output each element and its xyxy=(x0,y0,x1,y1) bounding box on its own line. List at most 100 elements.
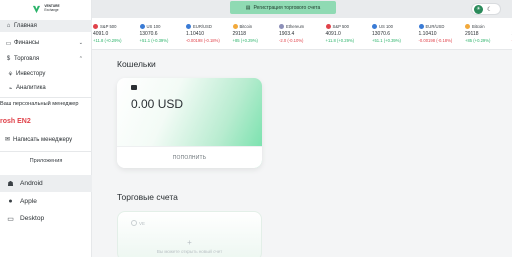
ticker-asset-icon xyxy=(279,24,284,29)
ticker-item[interactable]: Bitcoin 29118 +85 (+0.29%) xyxy=(232,23,283,43)
ticker-name: Bitcoin xyxy=(232,23,283,30)
open-account-hint: Вы можете открыть новый счет xyxy=(156,249,223,254)
wallets-title: Кошельки xyxy=(117,59,156,69)
ticker-asset-icon xyxy=(232,24,238,29)
invest-icon: ⚘ xyxy=(7,71,14,78)
sidebar-item-finance[interactable]: ▭ Финансы ⌄ xyxy=(0,37,92,49)
dollar-icon: $ xyxy=(6,56,11,62)
sidebar-divider xyxy=(0,151,92,152)
ticker-asset-icon xyxy=(418,24,424,29)
app-label: Android xyxy=(20,180,43,187)
ticker-price: 1903.4 xyxy=(279,31,295,37)
ticker-price: 29118 xyxy=(232,31,247,37)
ticker-name: EUR/USD xyxy=(418,23,469,30)
plus-icon: + xyxy=(187,238,192,247)
ticker-symbol: EUR/USD xyxy=(193,24,212,29)
sidebar-item-label: Главная xyxy=(14,23,37,29)
mail-icon: ✉ xyxy=(5,137,11,143)
app-label: Apple xyxy=(20,198,37,205)
sidebar-item-label: Аналитика xyxy=(16,85,46,91)
wallet-card-icon xyxy=(131,85,137,90)
ticker-price: 13070.6 xyxy=(372,31,391,37)
ticker-name: US 100 xyxy=(372,23,422,30)
write-manager-label: Написать менеджеру xyxy=(13,136,73,143)
apple-icon: ● xyxy=(8,198,13,205)
accounts-title: Торговые счета xyxy=(117,192,178,202)
account-logo: VE xyxy=(131,220,145,226)
open-account-card[interactable]: VE + Вы можете открыть новый счет xyxy=(117,211,262,257)
brand-line2: Exchange xyxy=(44,8,59,12)
ticker-change: -0.00198 (-0.18%) xyxy=(186,38,220,43)
app-label: Desktop xyxy=(20,215,45,222)
ticker-symbol: S&P 500 xyxy=(332,24,349,29)
sidebar-item-home[interactable]: ⌂ Главная xyxy=(0,20,92,32)
sidebar-item-investor[interactable]: ⚘ Инвестору xyxy=(0,68,92,80)
write-manager-button[interactable]: ✉ Написать менеджеру xyxy=(5,136,73,144)
desktop-icon: ▭ xyxy=(7,215,14,223)
ticker-price: 1.10410 xyxy=(186,31,205,37)
manager-name: rosh EN2 xyxy=(0,118,31,125)
ticker-asset-icon xyxy=(93,24,98,29)
topup-label: ПОПОЛНИТЬ xyxy=(172,154,207,161)
chevron-down-icon: ⌄ xyxy=(78,40,83,46)
ticker-name: EUR/USD xyxy=(186,23,236,30)
theme-toggle[interactable]: ☀ ☾ xyxy=(471,3,501,15)
chevron-up-icon: ⌃ xyxy=(78,56,83,62)
brand-logo-icon xyxy=(32,5,41,14)
ticker-name: Bitcoin xyxy=(465,23,512,30)
ticker-item[interactable]: US 100 13070.6 +51.1 (+0.39%) xyxy=(139,23,190,43)
sidebar-item-label: Торговля xyxy=(14,56,40,62)
app-apple[interactable]: ● Apple xyxy=(0,193,92,210)
ticker-change: +51.1 (+0.39%) xyxy=(139,38,169,43)
ticker-symbol: Ethereum xyxy=(286,24,305,29)
register-account-label: Регистрация торгового счета xyxy=(253,4,321,11)
account-logo-icon xyxy=(131,220,137,226)
ticker-change: +11.8 (+0.29%) xyxy=(325,38,355,43)
ticker-item[interactable]: Bitcoin 29118 +85 (+0.29%) xyxy=(465,23,512,43)
ticker-item[interactable]: S&P 500 4091.0 +11.8 (+0.29%) xyxy=(325,23,376,43)
ticker-name: US 100 xyxy=(139,23,190,30)
ticker-price: 1.10410 xyxy=(418,31,437,37)
sidebar: VENTURE Exchange ⌂ Главная ▭ Финансы ⌄ $… xyxy=(0,0,92,257)
ticker-symbol: US 100 xyxy=(379,24,393,29)
wallet-card[interactable]: 0.00 USD ПОПОЛНИТЬ xyxy=(117,78,262,168)
app-android[interactable]: ☗ Android xyxy=(0,175,92,192)
wallet-icon: ▭ xyxy=(5,40,12,47)
ticker-symbol: Bitcoin xyxy=(239,24,253,29)
ticker-name: Ethereum xyxy=(279,23,329,30)
sidebar-item-analytics[interactable]: ⌁ Аналитика xyxy=(0,82,92,94)
ticker-price: 29118 xyxy=(465,31,479,37)
sun-icon: ☀ xyxy=(474,4,483,14)
ticker-name: S&P 500 xyxy=(93,23,143,30)
sidebar-item-label: Финансы xyxy=(14,40,40,46)
ticker-price: 4091.0 xyxy=(93,31,109,37)
ticker-item[interactable]: EUR/USD 1.10410 -0.00198 (-0.18%) xyxy=(418,23,469,43)
brand-logo[interactable]: VENTURE Exchange xyxy=(0,0,92,18)
android-icon: ☗ xyxy=(7,180,14,188)
ticker-asset-icon xyxy=(465,24,470,29)
ticker-change: +85 (+0.29%) xyxy=(465,38,491,43)
ticker-item[interactable]: Ethereum 1903.4 -2.0 (-0.10%) xyxy=(279,23,329,43)
ticker-change: +11.8 (+0.29%) xyxy=(93,38,122,43)
register-account-button[interactable]: ▤ Регистрация торгового счета xyxy=(230,1,336,14)
ticker-symbol: EUR/USD xyxy=(425,24,445,29)
ticker-symbol: Bitcoin xyxy=(472,24,485,29)
chart-icon: ⌁ xyxy=(8,85,13,92)
app-desktop[interactable]: ▭ Desktop xyxy=(0,210,92,227)
sidebar-item-trading[interactable]: $ Торговля ⌃ xyxy=(0,53,92,65)
ticker-item[interactable]: US 100 13070.6 +51.1 (+0.39%) xyxy=(372,23,422,43)
sidebar-item-label: Инвестору xyxy=(16,71,46,77)
topup-button[interactable]: ПОПОЛНИТЬ xyxy=(117,146,262,168)
ticker-symbol: S&P 500 xyxy=(100,24,117,29)
ticker-symbol: US 100 xyxy=(146,24,161,29)
ticker-price: 4091.0 xyxy=(325,31,341,37)
market-ticker: S&P 500 4091.0 +11.8 (+0.29%) US 100 13070.6… xyxy=(92,18,512,50)
ticker-name: S&P 500 xyxy=(325,23,376,30)
ticker-asset-icon xyxy=(372,24,377,29)
ticker-change: +51.1 (+0.39%) xyxy=(372,38,401,43)
ticker-item[interactable]: S&P 500 4091.0 +11.8 (+0.29%) xyxy=(93,23,143,43)
ticker-item[interactable]: EUR/USD 1.10410 -0.00198 (-0.18%) xyxy=(186,23,236,43)
document-icon: ▤ xyxy=(245,4,251,11)
account-logo-text: VE xyxy=(139,220,146,226)
ticker-change: +85 (+0.29%) xyxy=(232,38,258,43)
